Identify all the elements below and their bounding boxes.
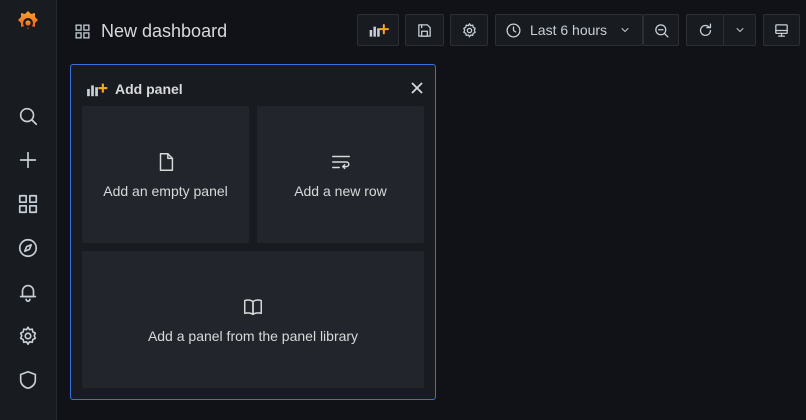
gear-icon xyxy=(462,22,476,37)
dashboard-title-area: New dashboard xyxy=(74,16,227,46)
book-icon xyxy=(244,298,262,315)
shield-icon xyxy=(19,370,37,390)
close-icon xyxy=(411,82,423,94)
alerting-button[interactable] xyxy=(8,274,48,310)
refresh-button[interactable] xyxy=(686,14,724,46)
time-range-picker[interactable]: Last 6 hours xyxy=(495,14,643,46)
add-new-row-card[interactable]: Add a new row xyxy=(257,106,424,243)
add-panel-button[interactable] xyxy=(357,14,399,46)
save-icon xyxy=(418,23,431,37)
time-range-label: Last 6 hours xyxy=(530,22,608,38)
card-label: Add a panel from the panel library xyxy=(147,327,359,344)
card-label: Add a new row xyxy=(294,182,387,199)
explore-button[interactable] xyxy=(8,230,48,266)
create-button[interactable] xyxy=(8,142,48,178)
card-label: Add an empty panel xyxy=(103,182,228,199)
panel-title: Add panel xyxy=(115,81,183,97)
gear-icon xyxy=(19,326,37,345)
sidebar xyxy=(0,0,57,420)
row-icon xyxy=(331,155,350,169)
dashboards-icon xyxy=(75,23,90,39)
close-panel-button[interactable] xyxy=(407,78,427,98)
file-icon xyxy=(159,152,173,171)
refresh-interval-dropdown[interactable] xyxy=(723,14,756,46)
dashboards-icon xyxy=(18,194,38,214)
zoom-out-icon xyxy=(654,23,669,38)
add-panel-widget: Add panel Add an empty panel Add a new r… xyxy=(70,64,436,400)
view-mode-button[interactable] xyxy=(763,14,800,46)
add-panel-icon xyxy=(87,83,108,97)
monitor-icon xyxy=(775,23,788,37)
configuration-button[interactable] xyxy=(8,318,48,354)
plus-icon xyxy=(19,151,37,169)
search-icon xyxy=(19,107,38,126)
compass-icon xyxy=(18,238,38,258)
clock-icon xyxy=(506,22,521,38)
search-button[interactable] xyxy=(8,98,48,134)
add-library-panel-card[interactable]: Add a panel from the panel library xyxy=(82,251,424,388)
chevron-down-icon xyxy=(621,28,629,32)
refresh-icon xyxy=(699,22,711,36)
add-empty-panel-card[interactable]: Add an empty panel xyxy=(82,106,249,243)
add-panel-icon xyxy=(369,24,389,37)
zoom-out-button[interactable] xyxy=(643,14,679,46)
page-title[interactable]: New dashboard xyxy=(101,21,227,42)
server-admin-button[interactable] xyxy=(8,362,48,398)
panel-header: Add panel xyxy=(85,79,183,99)
chevron-down-icon xyxy=(736,28,743,32)
save-dashboard-button[interactable] xyxy=(405,14,444,46)
dashboard-settings-button[interactable] xyxy=(450,14,488,46)
grafana-logo[interactable] xyxy=(13,8,43,38)
bell-icon xyxy=(19,284,37,302)
dashboards-button[interactable] xyxy=(8,186,48,222)
